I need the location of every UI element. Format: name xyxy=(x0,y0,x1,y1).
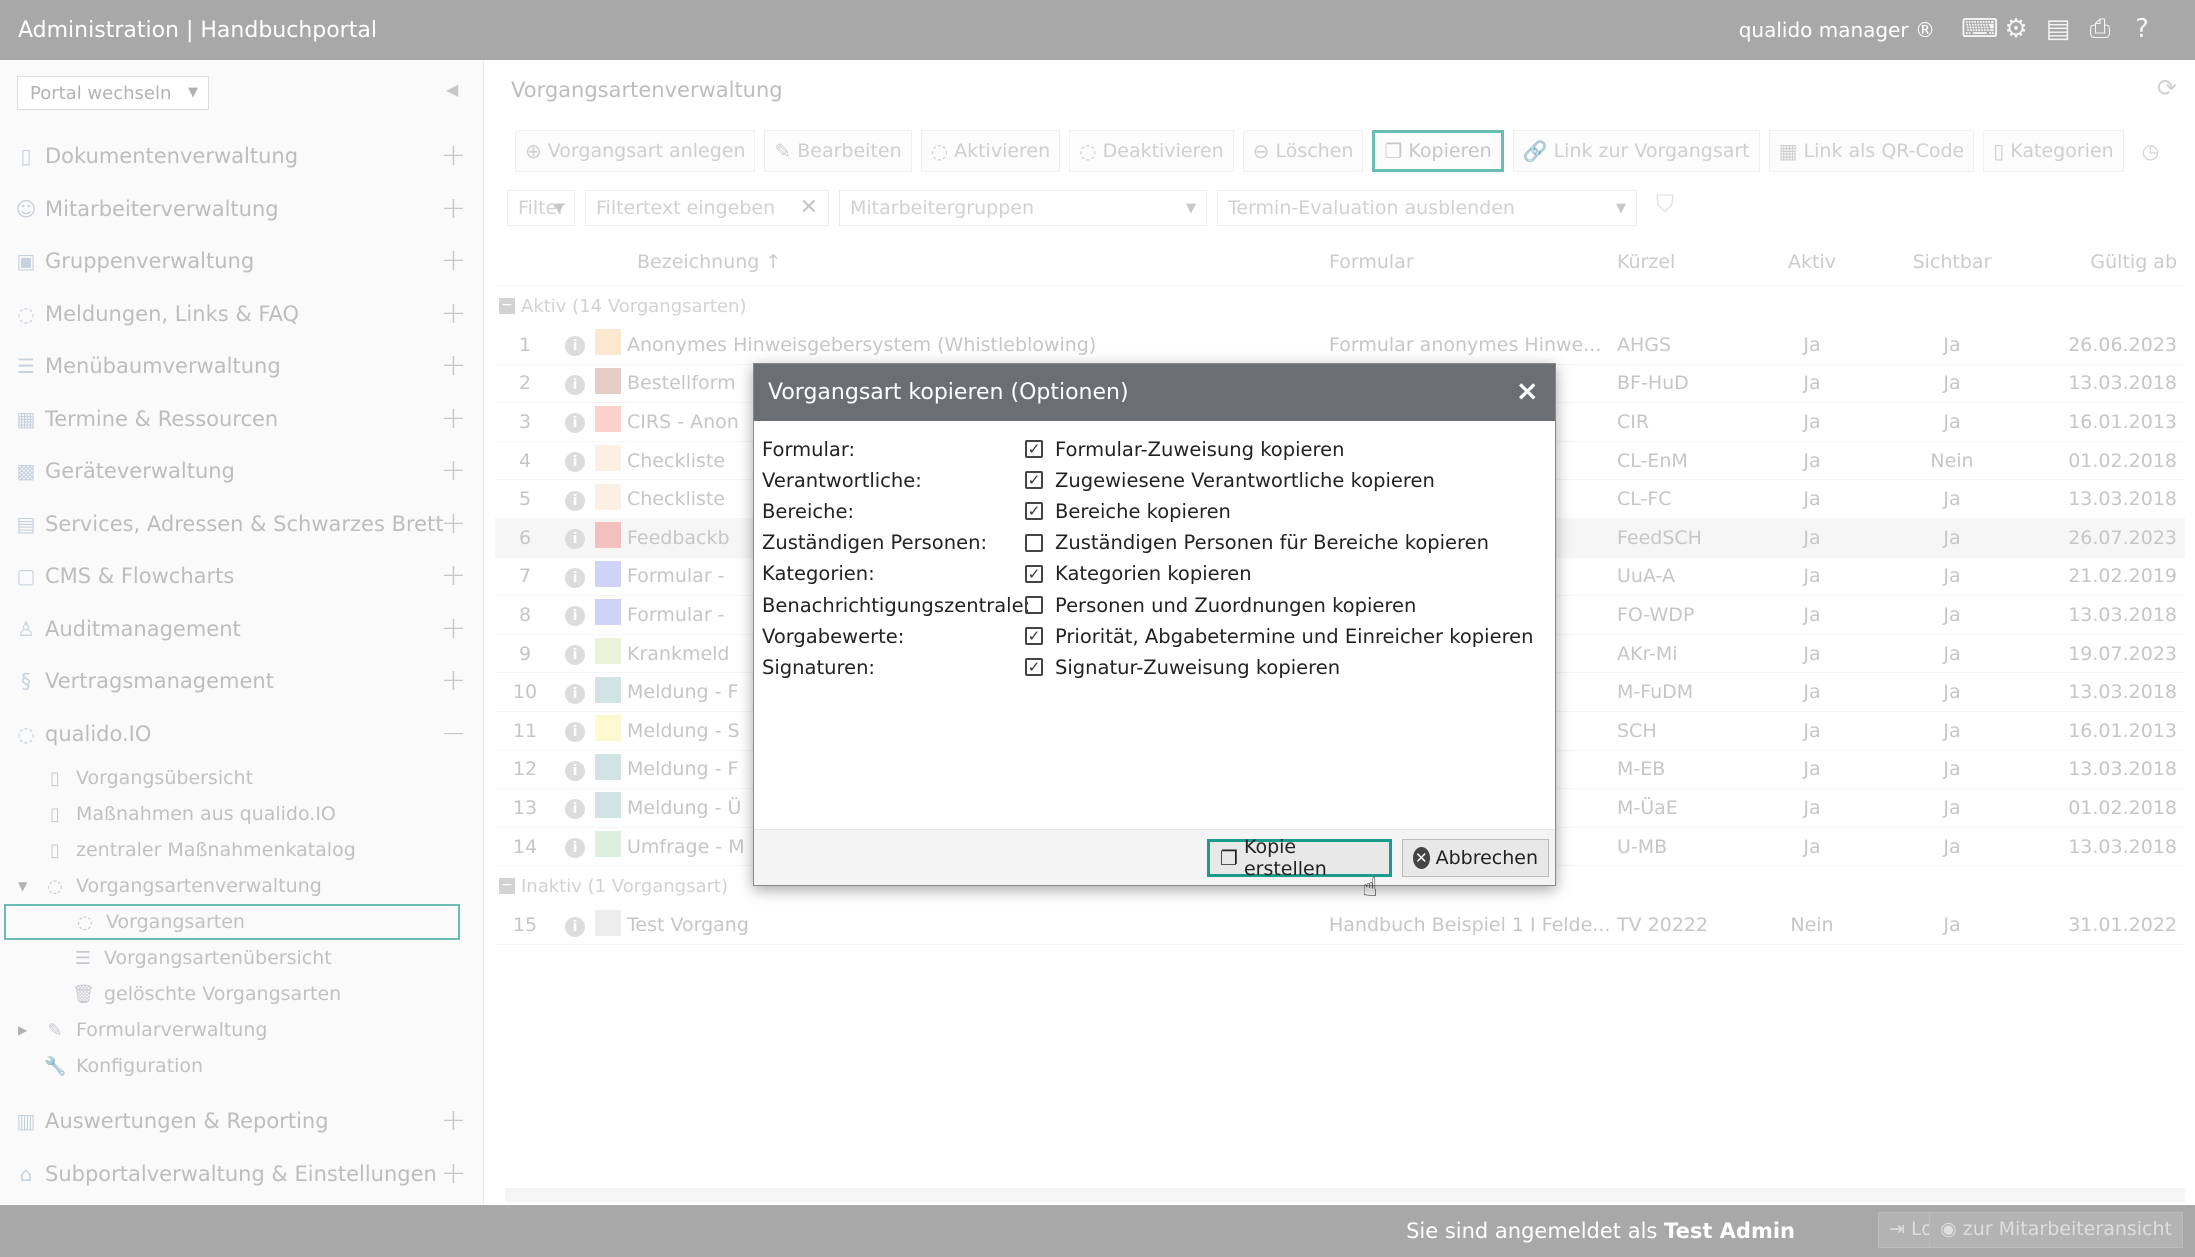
button-label: Kopie erstellen xyxy=(1243,836,1327,880)
option-label: Benachrichtigungszentrale: xyxy=(762,593,1031,617)
dialog-header: Vorgangsart kopieren (Optionen) × xyxy=(754,364,1555,421)
option-checkbox[interactable]: ✓ xyxy=(1025,658,1043,677)
option-row: Signaturen: ✓ Signatur-Zuweisung kopieren xyxy=(762,649,1340,685)
dialog-title: Vorgangsart kopieren (Optionen) xyxy=(768,380,1129,405)
close-icon[interactable]: × xyxy=(1516,374,1539,407)
option-text: Formular-Zuweisung kopieren xyxy=(1055,437,1345,461)
option-label: Zuständigen Personen: xyxy=(762,531,988,555)
copy-icon: ❐ xyxy=(1220,846,1238,870)
option-checkbox[interactable]: ✓ xyxy=(1025,502,1043,521)
create-copy-button[interactable]: ❐ Kopie erstellen xyxy=(1207,836,1392,880)
option-checkbox[interactable] xyxy=(1025,596,1043,614)
copy-options-dialog: Vorgangsart kopieren (Optionen) × Formul… xyxy=(753,363,1556,886)
option-label: Kategorien: xyxy=(762,562,875,586)
dialog-footer: ❐ Kopie erstellen ✕ Abbrechen xyxy=(754,829,1555,885)
option-text: Personen und Zuordnungen kopieren xyxy=(1055,593,1417,617)
option-checkbox[interactable] xyxy=(1025,533,1043,552)
option-checkbox[interactable]: ✓ xyxy=(1025,440,1043,458)
option-label: Bereiche: xyxy=(762,499,855,523)
option-text: Kategorien kopieren xyxy=(1055,562,1252,586)
pointer-cursor-icon: ☝ xyxy=(1362,873,1378,903)
option-checkbox[interactable]: ✓ xyxy=(1025,471,1043,490)
option-checkbox[interactable]: ✓ xyxy=(1025,564,1043,583)
option-text: Priorität, Abgabetermine und Einreicher … xyxy=(1055,624,1534,648)
option-text: Zuständigen Personen für Bereiche kopier… xyxy=(1055,531,1489,555)
option-text: Zugewiesene Verantwortliche kopieren xyxy=(1055,468,1435,492)
option-label: Signaturen: xyxy=(762,655,876,679)
option-label: Verantwortliche: xyxy=(762,468,922,492)
cancel-icon: ✕ xyxy=(1413,847,1430,869)
option-label: Formular: xyxy=(762,437,856,461)
button-label: Abbrechen xyxy=(1435,847,1538,869)
option-text: Signatur-Zuweisung kopieren xyxy=(1055,655,1341,679)
option-checkbox[interactable]: ✓ xyxy=(1025,627,1043,646)
option-label: Vorgabewerte: xyxy=(762,624,905,648)
option-text: Bereiche kopieren xyxy=(1055,499,1231,523)
cancel-button[interactable]: ✕ Abbrechen xyxy=(1402,839,1549,877)
